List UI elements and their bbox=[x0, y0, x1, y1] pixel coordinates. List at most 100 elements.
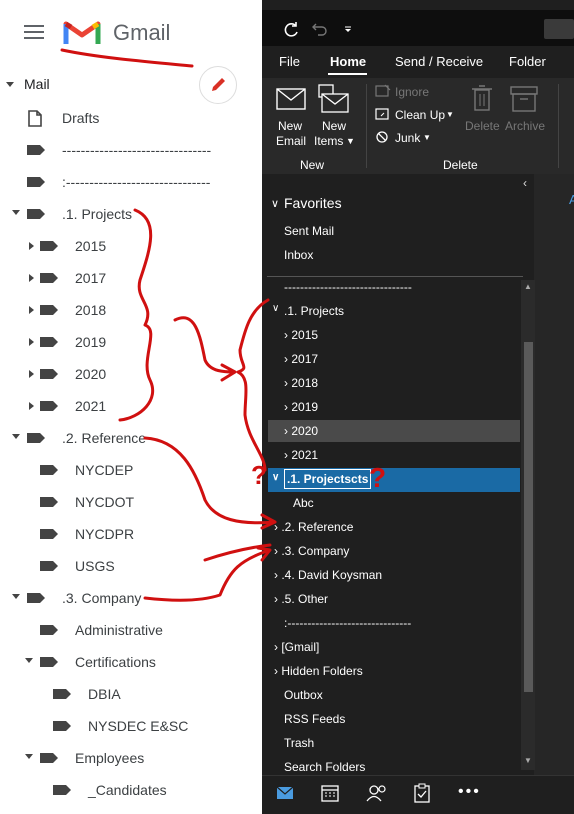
ribbon-divider bbox=[558, 84, 559, 168]
quick-access-dropdown-icon[interactable] bbox=[344, 26, 352, 34]
new-items-icon[interactable] bbox=[318, 84, 350, 114]
search-box[interactable] bbox=[544, 19, 574, 39]
ignore-label[interactable]: Ignore bbox=[395, 84, 429, 100]
expand-2017-icon[interactable] bbox=[29, 274, 34, 282]
expand-2021-icon[interactable] bbox=[29, 402, 34, 410]
folder-outbox[interactable]: Outbox bbox=[284, 685, 323, 705]
mail-collapse-icon[interactable] bbox=[6, 82, 14, 87]
new-items-label-1: New bbox=[322, 119, 347, 133]
collapse-pane-icon[interactable]: ‹ bbox=[523, 176, 527, 190]
folder-divider[interactable]: -------------------------------- bbox=[284, 277, 412, 297]
chevron-down-icon: ▼ bbox=[346, 136, 355, 146]
compose-button[interactable] bbox=[199, 66, 237, 104]
label-icon bbox=[40, 273, 58, 283]
tab-folder[interactable]: Folder bbox=[509, 54, 546, 69]
chevron-down-icon: ▼ bbox=[446, 110, 454, 119]
expand-certifications-icon[interactable] bbox=[25, 658, 33, 663]
mail-section-label: Mail bbox=[24, 76, 50, 92]
tab-file[interactable]: File bbox=[279, 54, 300, 69]
expand-2018-icon[interactable] bbox=[29, 306, 34, 314]
main-menu-icon[interactable] bbox=[24, 24, 44, 40]
sync-icon[interactable] bbox=[282, 21, 300, 39]
label-icon bbox=[53, 689, 71, 699]
expand-projects-icon[interactable] bbox=[12, 210, 20, 215]
folder-2018[interactable]: › 2018 bbox=[284, 373, 318, 393]
label-icon bbox=[40, 529, 58, 539]
folder-reference[interactable]: › .2. Reference bbox=[274, 517, 353, 537]
folder-2017[interactable]: › 2017 bbox=[284, 349, 318, 369]
gmail-folder-pane: Gmail Mail Drafts ----------------------… bbox=[0, 0, 262, 813]
group-delete-label: Delete bbox=[443, 158, 478, 172]
calendar-icon[interactable] bbox=[321, 784, 339, 802]
label-icon bbox=[40, 305, 58, 315]
favorite-inbox[interactable]: Inbox bbox=[284, 245, 313, 265]
drafts-icon bbox=[28, 110, 42, 127]
pencil-icon bbox=[212, 78, 225, 91]
archive-label[interactable]: Archive bbox=[505, 118, 545, 134]
folder-2015[interactable]: › 2015 bbox=[284, 325, 318, 345]
folder-projects[interactable]: .1. Projects bbox=[284, 301, 344, 321]
new-email-label-1: New bbox=[278, 119, 303, 133]
clean-up-icon[interactable] bbox=[375, 107, 391, 121]
expand-2020-icon[interactable] bbox=[29, 370, 34, 378]
label-icon bbox=[40, 337, 58, 347]
folder-projects-selected[interactable]: .1. Projectscts bbox=[284, 469, 372, 489]
title-bar bbox=[262, 10, 574, 46]
people-icon[interactable] bbox=[366, 784, 388, 802]
archive-icon[interactable] bbox=[510, 86, 538, 112]
folder-scrollbar-thumb[interactable] bbox=[524, 342, 533, 692]
label-icon bbox=[53, 721, 71, 731]
gmail-logo-icon[interactable] bbox=[63, 18, 101, 46]
delete-icon[interactable] bbox=[471, 84, 493, 112]
expand-2015-icon[interactable] bbox=[29, 242, 34, 250]
outlook-window: File Home Send / Receive Folder New Emai… bbox=[262, 0, 574, 814]
folder-search-folders[interactable]: Search Folders bbox=[284, 757, 365, 771]
folder-david-koysman[interactable]: › .4. David Koysman bbox=[274, 565, 382, 585]
favorites-header[interactable]: Favorites bbox=[284, 195, 342, 211]
label-icon bbox=[40, 369, 58, 379]
junk-icon[interactable] bbox=[375, 130, 391, 144]
new-email-icon[interactable] bbox=[276, 88, 306, 110]
folder-abc[interactable]: Abc bbox=[293, 493, 314, 513]
folder-rss-feeds[interactable]: RSS Feeds bbox=[284, 709, 345, 729]
folder-gmail[interactable]: › [Gmail] bbox=[274, 637, 319, 657]
label-icon bbox=[40, 401, 58, 411]
chevron-down-icon[interactable]: ∨ bbox=[272, 472, 279, 483]
mail-icon[interactable] bbox=[276, 786, 294, 800]
folder-2020[interactable]: › 2020 bbox=[284, 421, 318, 441]
tab-send-receive[interactable]: Send / Receive bbox=[395, 54, 483, 69]
expand-employees-icon[interactable] bbox=[25, 754, 33, 759]
ignore-icon[interactable] bbox=[375, 84, 391, 98]
tasks-icon[interactable] bbox=[414, 783, 430, 803]
clean-up-label[interactable]: Clean Up bbox=[395, 107, 445, 123]
folder-trash[interactable]: Trash bbox=[284, 733, 314, 753]
ribbon-divider bbox=[366, 84, 367, 168]
right-peek-letter: A bbox=[569, 192, 574, 207]
folder-hidden-folders[interactable]: › Hidden Folders bbox=[274, 661, 363, 681]
delete-label[interactable]: Delete bbox=[465, 118, 500, 134]
folder-company[interactable]: › .3. Company bbox=[274, 541, 349, 561]
folder-other[interactable]: › .5. Other bbox=[274, 589, 328, 609]
label-icon bbox=[27, 433, 45, 443]
label-icon bbox=[27, 209, 45, 219]
new-items-label-2: Items bbox=[314, 134, 344, 148]
label-icon bbox=[27, 593, 45, 603]
chevron-down-icon[interactable]: ∨ bbox=[272, 303, 279, 314]
junk-label[interactable]: Junk bbox=[395, 130, 420, 146]
label-icon bbox=[27, 177, 45, 187]
undo-icon[interactable] bbox=[312, 22, 328, 38]
chevron-down-icon[interactable]: ∨ bbox=[271, 197, 279, 210]
favorite-sent-mail[interactable]: Sent Mail bbox=[284, 221, 334, 241]
folder-divider-2[interactable]: :------------------------------- bbox=[284, 613, 411, 633]
expand-company-icon[interactable] bbox=[12, 594, 20, 599]
tab-home[interactable]: Home bbox=[330, 54, 366, 69]
label-icon bbox=[40, 561, 58, 571]
scroll-up-icon[interactable]: ▲ bbox=[524, 282, 532, 291]
folder-2019[interactable]: › 2019 bbox=[284, 397, 318, 417]
expand-2019-icon[interactable] bbox=[29, 338, 34, 346]
scroll-down-icon[interactable]: ▼ bbox=[524, 756, 532, 765]
label-icon bbox=[40, 241, 58, 251]
expand-reference-icon[interactable] bbox=[12, 434, 20, 439]
more-icon[interactable]: ••• bbox=[458, 783, 481, 801]
folder-2021[interactable]: › 2021 bbox=[284, 445, 318, 465]
